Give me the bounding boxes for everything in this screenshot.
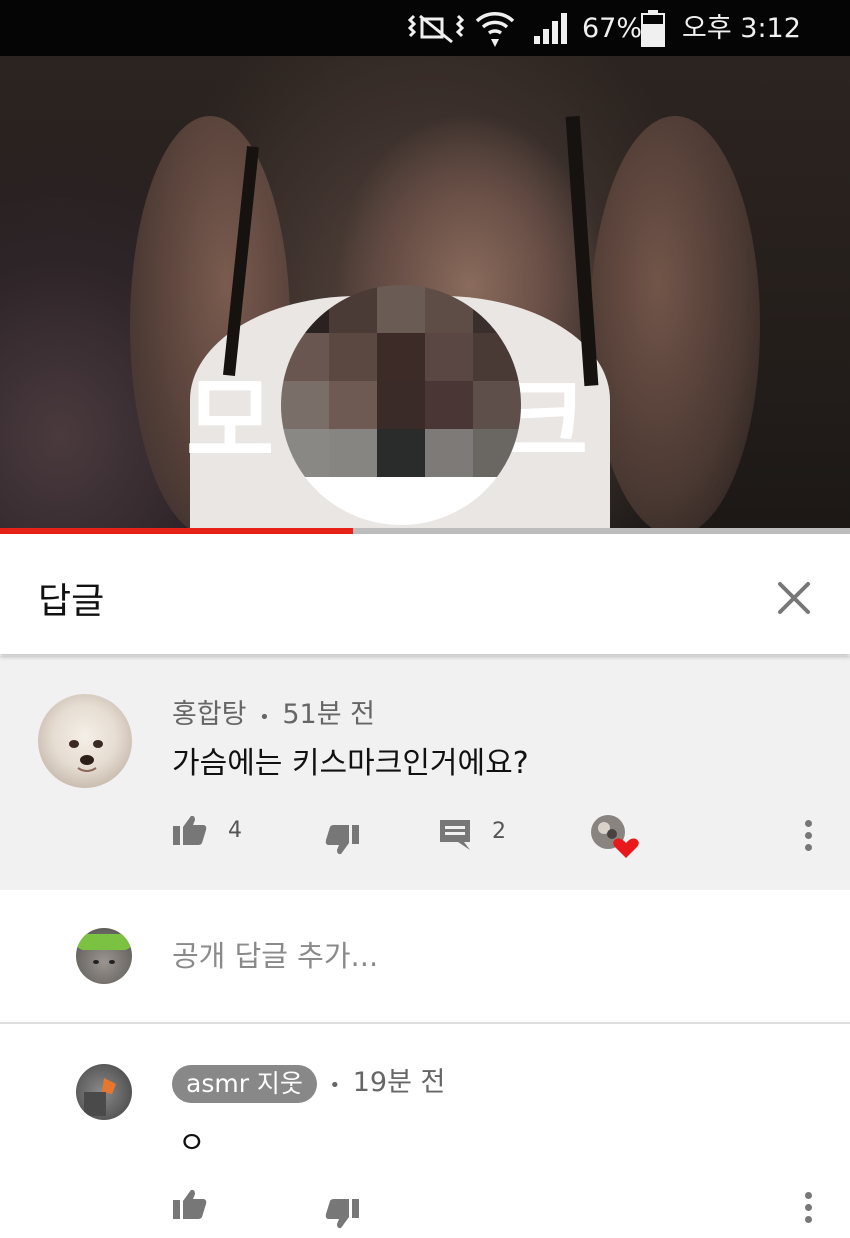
more-options-icon[interactable] (798, 1188, 818, 1228)
close-button[interactable] (770, 574, 818, 622)
video-player[interactable]: 모 크 (0, 56, 850, 530)
battery-icon (640, 0, 666, 56)
mosaic-censor (281, 285, 521, 525)
comment-icon (440, 820, 470, 850)
meta-separator: • (259, 707, 270, 728)
user-avatar (76, 928, 132, 984)
reply-time: 19분 전 (352, 1067, 446, 1098)
replies-title: 답글 (38, 581, 105, 622)
meta-separator: • (329, 1075, 341, 1096)
like-button[interactable] (172, 1188, 208, 1220)
replies-header: 답글 (0, 534, 850, 654)
battery-percent: 67% (582, 13, 643, 44)
comment-text: 가슴에는 키스마크인거에요? (172, 746, 529, 781)
comment-time: 51분 전 (282, 699, 375, 730)
close-icon (778, 582, 810, 614)
thumbs-down-icon (325, 1199, 359, 1229)
add-reply-input[interactable]: 공개 답글 추가... (172, 936, 772, 976)
wifi-icon (474, 0, 516, 56)
mute-icon (408, 0, 464, 56)
creator-heart (590, 814, 640, 862)
add-reply-row: 공개 답글 추가... (0, 890, 850, 1022)
reply-text: ㅇ (178, 1126, 206, 1161)
dislike-button[interactable] (324, 1198, 360, 1230)
reply-count-button[interactable]: 2 (438, 818, 506, 852)
thumbs-up-icon (173, 815, 207, 845)
video-frame (590, 116, 760, 530)
clock: 오후 3:12 (682, 13, 801, 44)
like-count: 4 (228, 817, 242, 843)
more-options-icon[interactable] (798, 816, 818, 856)
main-comment: 홍합탕 • 51분 전 가슴에는 키스마크인거에요? 4 2 (0, 656, 850, 890)
reply-author-badge[interactable]: asmr 지웃 (172, 1064, 317, 1103)
like-button[interactable]: 4 (172, 814, 242, 846)
reply-item: asmr 지웃 • 19분 전 ㅇ (0, 1024, 850, 1238)
signal-icon (532, 0, 572, 56)
status-bar: 67% 오후 3:12 (0, 0, 850, 56)
reply-count: 2 (492, 818, 506, 844)
creator-heart-icon (591, 815, 639, 858)
reply-meta: asmr 지웃 • 19분 전 (172, 1060, 445, 1103)
avatar[interactable] (38, 694, 132, 788)
comment-meta: 홍합탕 • 51분 전 (172, 692, 375, 731)
comment-author[interactable]: 홍합탕 (172, 699, 247, 730)
video-overlay-text-left: 모 (186, 366, 275, 478)
dislike-button[interactable] (324, 824, 360, 856)
avatar[interactable] (76, 1064, 132, 1120)
thumbs-down-icon (325, 825, 359, 855)
thumbs-up-icon (173, 1189, 207, 1219)
